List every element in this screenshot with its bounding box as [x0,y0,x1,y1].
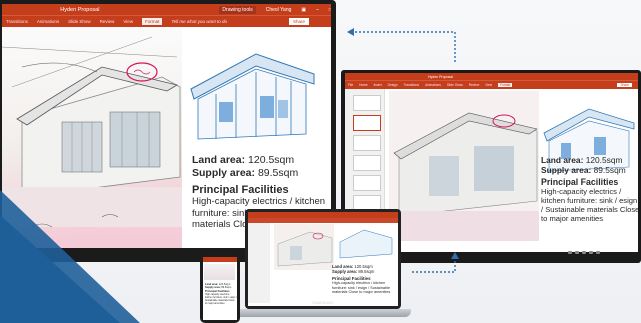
laptop-screen: Land area: 120.5sqm Supply area: 89.5sqm… [248,212,398,306]
phone-device: Land area: 120.5sqm Supply area: 89.5sqm… [200,254,240,323]
arrow-head-icon [451,252,459,259]
laptop-supply-area-label: Supply area: [332,269,358,274]
laptop-base [235,309,411,317]
arrow-head-icon [347,28,354,36]
laptop-supply-area-value: 89.5sqm [358,269,375,274]
phone-slide-text: Land area: 120.5sqm Supply area: 89.5sqm… [205,283,237,305]
phone-facilities-description: High-capacity electrics / kitchen furnit… [205,293,237,306]
laptop-facilities-description: High-capacity electrics / kitchen furnit… [332,281,391,295]
laptop-thumbnail-pane [248,223,270,303]
laptop-device: Land area: 120.5sqm Supply area: 89.5sqm… [235,209,411,321]
laptop-brand-logo: SAMSUNG [312,301,334,305]
phone-slide-image [204,264,235,280]
phone-screen: Land area: 120.5sqm Supply area: 89.5sqm… [203,257,237,320]
laptop-ribbon [248,218,398,223]
laptop-lid: Land area: 120.5sqm Supply area: 89.5sqm… [245,209,401,309]
laptop-supply-area-line: Supply area: 89.5sqm [332,269,396,274]
laptop-slide-text: Land area: 120.5sqm Supply area: 89.5sqm… [332,264,396,295]
phone-title-bar [203,257,237,262]
product-scene: Transitions Hyden Proposal Drawing tools… [0,0,641,323]
